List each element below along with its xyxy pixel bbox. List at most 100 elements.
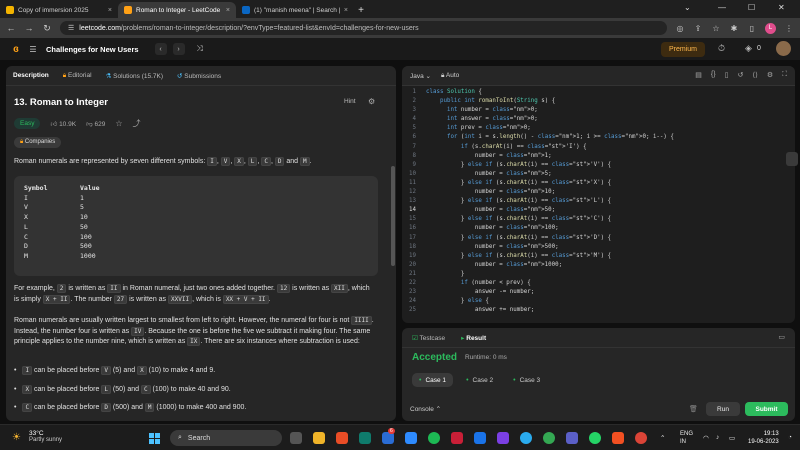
bookmark-star-icon[interactable]: ☆ bbox=[711, 24, 721, 33]
case-2[interactable]: • Case 2 bbox=[459, 373, 500, 387]
console-button[interactable]: Console ⌃ bbox=[410, 405, 441, 413]
share-link-icon[interactable]: ⤴ bbox=[133, 118, 141, 129]
url-input[interactable]: ☰ leetcode.com/problems/roman-to-integer… bbox=[60, 21, 667, 35]
reload-icon[interactable]: ↻ bbox=[42, 23, 52, 34]
next-problem-button[interactable]: › bbox=[172, 43, 185, 55]
app-icon[interactable] bbox=[451, 432, 463, 444]
auto-mode[interactable]: 🔒︎ Auto bbox=[441, 72, 459, 80]
back-icon[interactable]: ← bbox=[6, 23, 16, 33]
tab-search-icon[interactable]: ⌄ bbox=[684, 3, 691, 12]
braces-icon[interactable]: {} bbox=[711, 71, 716, 79]
code-line[interactable]: 7 if (s.charAt(i) == class="st">'I') { bbox=[402, 143, 795, 152]
code-line[interactable]: 17 } else if (s.charAt(i) == class="st">… bbox=[402, 234, 795, 243]
clock[interactable]: 19:13 19-06-2023 bbox=[748, 430, 779, 446]
share-icon[interactable]: ⇪ bbox=[693, 24, 703, 33]
spotify-icon[interactable] bbox=[428, 432, 440, 444]
office-icon[interactable] bbox=[612, 432, 624, 444]
volume-icon[interactable]: ♪ bbox=[716, 434, 719, 441]
tab-result[interactable]: ▸ Result bbox=[461, 334, 486, 342]
menu-kebab-icon[interactable]: ⋮ bbox=[784, 24, 794, 33]
dislike-button[interactable]: 👎︎ 629 bbox=[86, 120, 105, 128]
fullscreen-icon[interactable]: ⛶ bbox=[782, 71, 787, 79]
list-icon[interactable]: ☰ bbox=[28, 45, 38, 54]
list-title[interactable]: Challenges for New Users bbox=[46, 45, 139, 54]
forward-icon[interactable]: → bbox=[24, 23, 34, 33]
extensions-icon[interactable]: ✱ bbox=[729, 24, 739, 33]
profile-avatar[interactable]: L bbox=[765, 22, 776, 34]
code-line[interactable]: 25 answer += number; bbox=[402, 306, 795, 315]
scrollbar[interactable] bbox=[391, 166, 395, 266]
like-button[interactable]: 👍︎ 10.9K bbox=[50, 120, 76, 128]
code-line[interactable]: 11 } else if (s.charAt(i) == class="st">… bbox=[402, 179, 795, 188]
code-line[interactable]: 5 int prev = class="nm">0; bbox=[402, 124, 795, 133]
tab-testcase[interactable]: ☑ Testcase bbox=[412, 334, 445, 342]
code-line[interactable]: 1 class Solution { bbox=[402, 88, 795, 97]
browser-tab-1[interactable]: Copy of immersion 2025 × bbox=[0, 2, 118, 18]
code-icon[interactable]: ⟨⟩ bbox=[752, 71, 757, 79]
code-line[interactable]: 15 } else if (s.charAt(i) == class="st">… bbox=[402, 215, 795, 224]
code-line[interactable]: 9 } else if (s.charAt(i) == class="st">'… bbox=[402, 161, 795, 170]
leetcode-logo-icon[interactable]: ɞ bbox=[10, 43, 22, 55]
teams-icon[interactable] bbox=[359, 432, 371, 444]
side-panel-toggle[interactable] bbox=[786, 152, 798, 166]
code-line[interactable]: 6 for (int i = s.length() - class="nm">1… bbox=[402, 133, 795, 142]
favorite-star-icon[interactable]: ☆ bbox=[115, 119, 122, 128]
vscode-icon[interactable] bbox=[474, 432, 486, 444]
code-line[interactable]: 21 } bbox=[402, 270, 795, 279]
close-icon[interactable]: × bbox=[108, 7, 112, 14]
code-line[interactable]: 19 } else if (s.charAt(i) == class="st">… bbox=[402, 252, 795, 261]
browser-tab-3[interactable]: (1) "manish meena" | Search | Lin × bbox=[236, 2, 354, 18]
timer-icon[interactable]: ⏱ bbox=[718, 43, 725, 54]
telegram-icon[interactable] bbox=[520, 432, 532, 444]
site-info-icon[interactable]: ☰ bbox=[68, 24, 74, 32]
app-purple-icon[interactable] bbox=[497, 432, 509, 444]
code-line[interactable]: 10 number = class="nm">5; bbox=[402, 170, 795, 179]
tab-editorial[interactable]: 🔒︎ Editorial bbox=[63, 72, 92, 80]
sidepanel-icon[interactable]: ▯ bbox=[747, 24, 757, 33]
tray-overflow-icon[interactable]: ⌃ bbox=[660, 434, 665, 442]
code-line[interactable]: 14 number = class="nm">50; bbox=[402, 206, 795, 215]
tab-solutions[interactable]: ⚗ Solutions (15.7K) bbox=[106, 72, 164, 80]
companies-tag[interactable]: 🔒︎ Companies bbox=[14, 137, 62, 148]
code-line[interactable]: 4 int answer = class="nm">0; bbox=[402, 115, 795, 124]
code-line[interactable]: 24 } else { bbox=[402, 297, 795, 306]
windows-start-icon[interactable] bbox=[149, 433, 160, 444]
ms-office-icon[interactable] bbox=[336, 432, 348, 444]
tab-description[interactable]: Description bbox=[13, 72, 49, 79]
app-icon-2[interactable] bbox=[566, 432, 578, 444]
case-3[interactable]: • Case 3 bbox=[506, 373, 547, 387]
submit-button[interactable]: Submit bbox=[745, 402, 788, 416]
code-line[interactable]: 18 number = class="nm">500; bbox=[402, 243, 795, 252]
code-line[interactable]: 12 number = class="nm">10; bbox=[402, 188, 795, 197]
wifi-icon[interactable]: ◠ bbox=[703, 434, 709, 442]
notes-icon[interactable]: ▤ bbox=[695, 71, 702, 79]
code-line[interactable]: 16 number = class="nm">100; bbox=[402, 224, 795, 233]
run-button[interactable]: Run bbox=[706, 402, 740, 416]
browser-tab-2[interactable]: Roman to Integer - LeetCode × bbox=[118, 2, 236, 18]
close-icon[interactable]: × bbox=[344, 7, 348, 14]
code-line[interactable]: 3 int number = class="nm">0; bbox=[402, 106, 795, 115]
chrome-active-icon[interactable] bbox=[635, 432, 647, 444]
weather-widget[interactable]: ☀ 33°C Partly sunny bbox=[12, 430, 62, 443]
chrome-icon[interactable] bbox=[543, 432, 555, 444]
settings-icon[interactable]: ⚙ bbox=[767, 71, 773, 79]
battery-icon[interactable]: ▭ bbox=[729, 434, 735, 442]
case-1[interactable]: • Case 1 bbox=[412, 373, 454, 387]
trash-icon[interactable]: 🗑︎ bbox=[689, 405, 698, 413]
whatsapp-icon[interactable] bbox=[589, 432, 601, 444]
code-line[interactable]: 2 public int romanToInt(String s) { bbox=[402, 97, 795, 106]
shuffle-icon[interactable]: ⤨ bbox=[195, 44, 205, 54]
notification-bell-icon[interactable]: ◔ bbox=[788, 434, 792, 441]
user-avatar[interactable] bbox=[776, 41, 791, 56]
edge-icon[interactable] bbox=[405, 432, 417, 444]
close-icon[interactable]: × bbox=[226, 7, 230, 14]
code-line[interactable]: 13 } else if (s.charAt(i) == class="st">… bbox=[402, 197, 795, 206]
reset-icon[interactable]: ↺ bbox=[737, 71, 743, 79]
taskbar-search[interactable]: ⌕ Search bbox=[170, 430, 282, 446]
maximize-icon[interactable]: ☐ bbox=[748, 3, 755, 12]
language-select[interactable]: Java ⌄ bbox=[410, 72, 431, 80]
hint-button[interactable]: Hint bbox=[344, 98, 356, 105]
collapse-icon[interactable]: ▭ bbox=[778, 333, 785, 341]
task-view-icon[interactable] bbox=[290, 432, 302, 444]
file-explorer-icon[interactable] bbox=[313, 432, 325, 444]
